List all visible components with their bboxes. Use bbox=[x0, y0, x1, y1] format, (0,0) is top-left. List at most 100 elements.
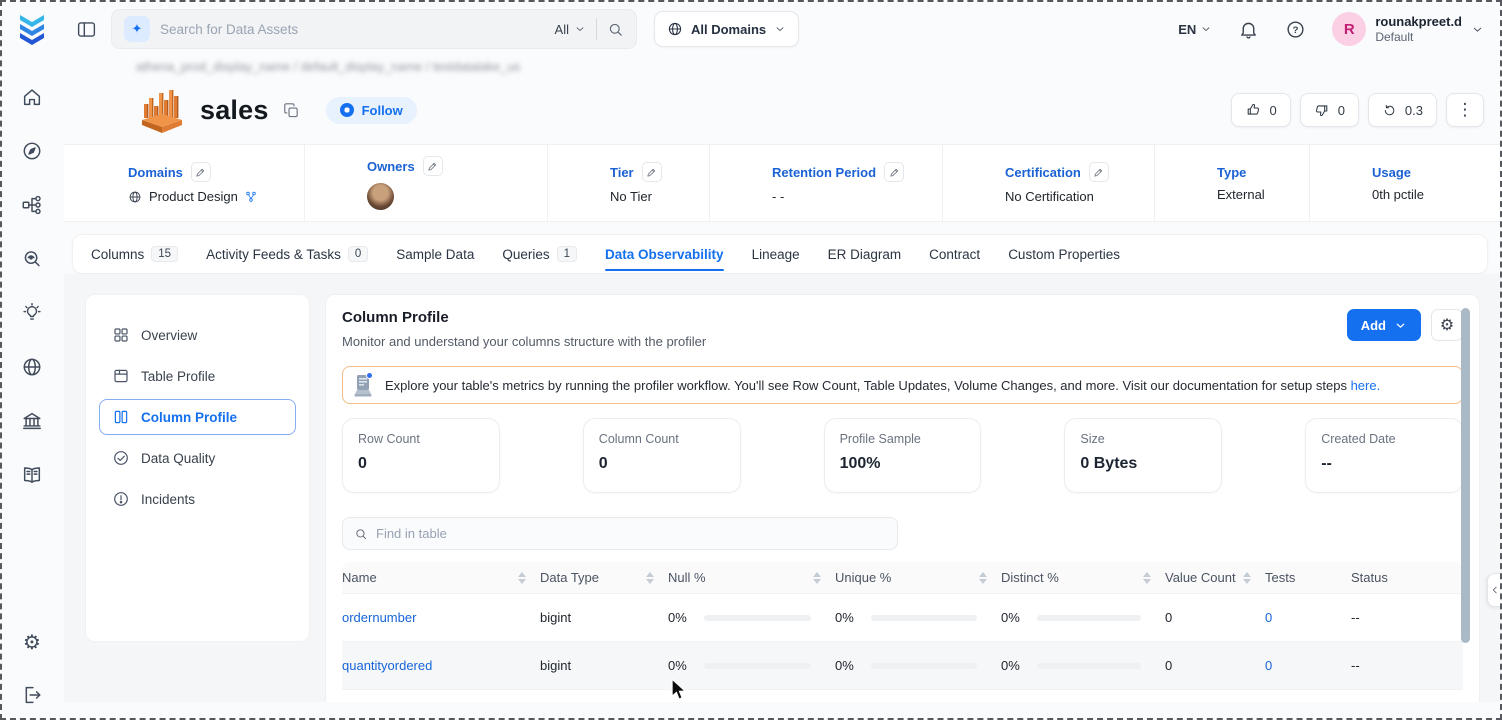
tab-label: Activity Feeds & Tasks bbox=[206, 246, 341, 262]
breadcrumb[interactable]: athena_prod_display_name / default_displ… bbox=[136, 60, 556, 74]
stat-value: 100% bbox=[839, 455, 881, 472]
sort-icon[interactable] bbox=[1143, 571, 1151, 584]
subnav-item-table-profile[interactable]: Table Profile bbox=[99, 358, 296, 394]
unique-pct-bar[interactable] bbox=[871, 614, 977, 621]
glossary-book-icon[interactable] bbox=[21, 464, 43, 486]
explore-compass-icon[interactable] bbox=[21, 140, 43, 162]
copy-link-icon[interactable] bbox=[283, 102, 300, 119]
upvote-button[interactable]: 0 bbox=[1231, 93, 1291, 127]
subnav-item-incidents[interactable]: Incidents bbox=[99, 481, 296, 517]
govern-bank-icon[interactable] bbox=[21, 410, 43, 432]
subnav-label: Data Quality bbox=[141, 450, 216, 466]
profiler-settings-button[interactable]: ⚙ bbox=[1431, 309, 1463, 341]
col-header-null-pct[interactable]: Null % bbox=[668, 562, 835, 593]
distinct-pct-bar[interactable] bbox=[1037, 662, 1141, 669]
panel-scrollbar[interactable] bbox=[1461, 308, 1470, 643]
col-header-data-type[interactable]: Data Type bbox=[540, 562, 668, 593]
col-header-value-count[interactable]: Value Count bbox=[1165, 562, 1265, 593]
distinct-pct-bar[interactable] bbox=[1037, 614, 1141, 621]
search-scope-dropdown[interactable]: All bbox=[555, 22, 586, 37]
edit-retention-button[interactable] bbox=[884, 162, 905, 182]
column-name-link[interactable]: quantityordered bbox=[342, 658, 432, 673]
settings-gear-icon[interactable]: ⚙ bbox=[21, 632, 43, 654]
null-pct-bar[interactable] bbox=[704, 662, 811, 669]
help-icon[interactable]: ? bbox=[1285, 19, 1306, 40]
insights-bulb-icon[interactable] bbox=[21, 302, 43, 324]
sort-icon[interactable] bbox=[813, 571, 821, 584]
sidebar-toggle-icon[interactable] bbox=[76, 19, 97, 40]
tab-columns[interactable]: Columns 15 bbox=[91, 234, 179, 274]
tab-label: Columns bbox=[91, 246, 145, 262]
downvote-button[interactable]: 0 bbox=[1299, 93, 1359, 127]
sort-icon[interactable] bbox=[518, 571, 526, 584]
subnav-item-column-profile[interactable]: Column Profile bbox=[99, 399, 296, 435]
table-service-icon bbox=[142, 90, 182, 133]
add-button-label: Add bbox=[1360, 317, 1386, 333]
user-menu[interactable]: R rounakpreet.d Default bbox=[1332, 12, 1484, 46]
type-label: Type bbox=[1217, 164, 1247, 180]
app-logo-icon[interactable] bbox=[17, 13, 47, 50]
find-in-table-input[interactable] bbox=[376, 526, 886, 541]
sort-icon[interactable] bbox=[646, 571, 654, 584]
column-name-link[interactable]: ordernumber bbox=[342, 610, 416, 625]
edit-certification-button[interactable] bbox=[1088, 162, 1109, 182]
tab-activity-feeds[interactable]: Activity Feeds & Tasks 0 bbox=[206, 234, 369, 274]
search-icon[interactable] bbox=[607, 21, 624, 38]
domains-globe-icon[interactable] bbox=[21, 356, 43, 378]
find-in-table-box[interactable] bbox=[342, 517, 898, 550]
banner-message: Explore your table's metrics by running … bbox=[385, 377, 1347, 393]
observability-search-icon[interactable] bbox=[21, 248, 43, 270]
subnav-item-data-quality[interactable]: Data Quality bbox=[99, 440, 296, 476]
tab-label: Lineage bbox=[751, 246, 800, 262]
col-header-name[interactable]: Name bbox=[342, 562, 540, 593]
global-search-input[interactable] bbox=[160, 21, 545, 37]
add-button[interactable]: Add bbox=[1346, 309, 1421, 341]
tests-link[interactable]: 0 bbox=[1265, 610, 1272, 625]
avatar: R bbox=[1332, 12, 1367, 46]
side-panel-handle[interactable] bbox=[1487, 573, 1502, 607]
notifications-bell-icon[interactable] bbox=[1238, 19, 1259, 40]
domains-value[interactable]: Product Design bbox=[149, 189, 238, 204]
distinct-pct-cell: 0% bbox=[1001, 658, 1165, 673]
subdomain-icon[interactable] bbox=[245, 191, 257, 203]
tab-lineage[interactable]: Lineage bbox=[752, 234, 800, 274]
retention-value: - - bbox=[772, 189, 785, 204]
stat-value: 0 bbox=[598, 455, 608, 472]
more-actions-button[interactable]: ⋮ bbox=[1446, 93, 1484, 127]
lineage-flow-icon[interactable] bbox=[21, 194, 43, 216]
version-button[interactable]: 0.3 bbox=[1367, 93, 1437, 127]
table-row: quantityordered bigint 0% 0% 0% 0 0 -- bbox=[342, 642, 1463, 690]
tab-er-diagram[interactable]: ER Diagram bbox=[828, 234, 902, 274]
meta-field-retention: Retention Period - - bbox=[710, 145, 943, 221]
global-search-bar[interactable]: ✦ All bbox=[111, 9, 637, 49]
tab-contract[interactable]: Contract bbox=[929, 234, 980, 274]
follow-button[interactable]: Follow bbox=[325, 96, 417, 124]
sort-icon[interactable] bbox=[979, 571, 987, 584]
edit-owners-button[interactable] bbox=[422, 156, 443, 176]
subnav-item-overview[interactable]: Overview bbox=[99, 317, 296, 353]
all-domains-dropdown[interactable]: All Domains bbox=[654, 11, 800, 47]
null-pct-bar[interactable] bbox=[704, 614, 811, 621]
tab-data-observability[interactable]: Data Observability bbox=[605, 234, 724, 274]
avatar-initial: R bbox=[1343, 20, 1355, 38]
logout-icon[interactable] bbox=[21, 684, 43, 706]
docs-link[interactable]: here. bbox=[1351, 378, 1381, 393]
edit-tier-button[interactable] bbox=[641, 162, 662, 182]
edit-domains-button[interactable] bbox=[190, 162, 211, 182]
tab-sample-data[interactable]: Sample Data bbox=[396, 234, 474, 274]
unique-pct-bar[interactable] bbox=[871, 662, 977, 669]
owner-avatar[interactable] bbox=[367, 183, 394, 210]
col-header-distinct-pct[interactable]: Distinct % bbox=[1001, 562, 1165, 593]
stat-label: Column Count bbox=[598, 432, 679, 446]
home-icon[interactable] bbox=[21, 86, 43, 108]
tab-custom-properties[interactable]: Custom Properties bbox=[1008, 234, 1120, 274]
svg-text:?: ? bbox=[1293, 25, 1299, 36]
col-header-unique-pct[interactable]: Unique % bbox=[835, 562, 1001, 593]
language-dropdown[interactable]: EN bbox=[1178, 22, 1212, 37]
ai-sparkle-icon[interactable]: ✦ bbox=[124, 16, 150, 42]
sort-icon[interactable] bbox=[1243, 571, 1251, 584]
profiler-subnav: Overview Table Profile Column Profile Da… bbox=[85, 294, 310, 642]
panel-subtitle: Monitor and understand your columns stru… bbox=[342, 334, 707, 349]
tests-link[interactable]: 0 bbox=[1265, 658, 1272, 673]
tab-queries[interactable]: Queries 1 bbox=[502, 234, 578, 274]
